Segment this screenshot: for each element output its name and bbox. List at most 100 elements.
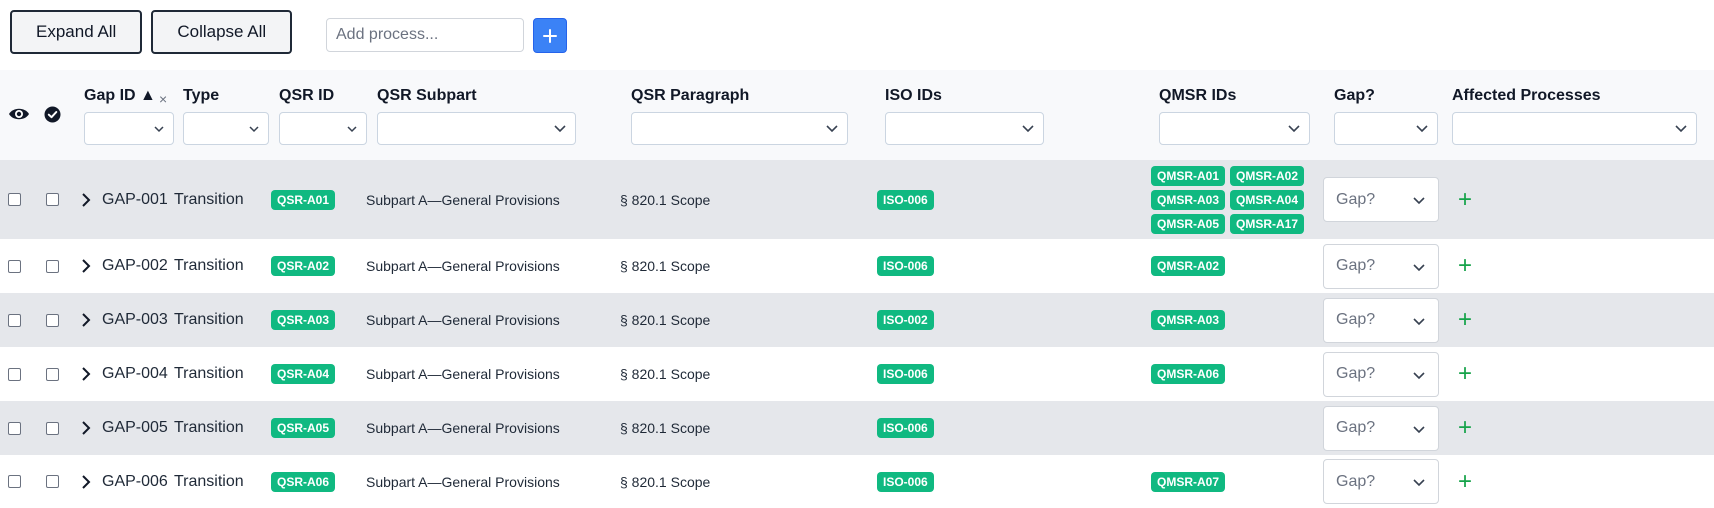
row-visibility-checkbox[interactable] [8, 475, 21, 488]
gap-id-cell: GAP-004 [102, 365, 168, 382]
qsr-subpart-header[interactable]: QSR Subpart [377, 87, 477, 105]
type-filter[interactable] [183, 112, 269, 145]
col-affected-processes: Affected Processes [1452, 70, 1697, 160]
gap-filter[interactable] [1334, 112, 1438, 145]
chevron-down-icon [1675, 125, 1687, 133]
chevron-down-icon [1022, 125, 1034, 133]
affected-processes-filter[interactable] [1452, 112, 1697, 145]
qsr-paragraph-cell: § 820.1 Scope [620, 366, 711, 382]
type-cell: Transition [174, 190, 244, 208]
table-row: GAP-004 Transition QSR-A04 Subpart A—Gen… [0, 347, 1714, 401]
gap-select[interactable]: Gap? [1323, 177, 1439, 222]
affected-processes-header[interactable]: Affected Processes [1452, 87, 1601, 105]
qmsr-id-badge: QMSR-A04 [1230, 189, 1305, 210]
row-select-checkbox[interactable] [46, 193, 59, 206]
add-affected-process-button[interactable]: + [1458, 187, 1472, 212]
qsr-paragraph-header[interactable]: QSR Paragraph [631, 87, 749, 105]
eye-icon[interactable] [8, 106, 30, 127]
chevron-down-icon [154, 126, 164, 133]
row-visibility-checkbox[interactable] [8, 193, 21, 206]
row-select-checkbox[interactable] [46, 421, 59, 435]
gap-id-cell: GAP-005 [102, 419, 168, 436]
row-select-checkbox[interactable] [46, 367, 59, 381]
check-circle-icon[interactable] [44, 106, 61, 128]
qmsr-id-badge: QMSR-A06 [1151, 364, 1226, 384]
gap-select[interactable]: Gap? [1323, 459, 1439, 504]
qsr-subpart-cell: Subpart A—General Provisions [366, 312, 560, 328]
qmsr-id-badge: QMSR-A01 [1151, 165, 1226, 186]
gap-select[interactable]: Gap? [1323, 243, 1439, 289]
clear-sort-icon[interactable]: × [159, 91, 167, 107]
qsr-paragraph-cell: § 820.1 Scope [620, 312, 711, 328]
gap-select-value: Gap? [1336, 472, 1376, 490]
chevron-right-icon [82, 192, 91, 207]
type-cell: Transition [174, 311, 244, 328]
qsr-subpart-filter[interactable] [377, 112, 576, 145]
qsr-id-badge: QSR-A05 [271, 418, 336, 438]
gap-id-header[interactable]: Gap ID ▲ [84, 87, 156, 105]
table-row: GAP-003 Transition QSR-A03 Subpart A—Gen… [0, 293, 1714, 347]
row-visibility-checkbox[interactable] [8, 313, 21, 327]
qsr-paragraph-filter[interactable] [631, 112, 848, 145]
chevron-right-icon [82, 259, 91, 273]
qsr-id-badge: QSR-A06 [271, 471, 336, 492]
qsr-id-badge: QSR-A03 [271, 310, 336, 330]
gap-id-filter[interactable] [84, 112, 174, 145]
iso-id-badge: ISO-006 [877, 471, 934, 492]
row-select-checkbox[interactable] [46, 259, 59, 273]
col-iso-ids: ISO IDs [885, 70, 1044, 160]
expand-row-button[interactable] [81, 160, 91, 239]
chevron-down-icon [1416, 125, 1428, 133]
chevron-down-icon [1413, 263, 1425, 271]
iso-ids-filter[interactable] [885, 112, 1044, 145]
expand-row-button[interactable] [81, 293, 91, 347]
chevron-down-icon [1413, 479, 1425, 487]
expand-row-button[interactable] [81, 239, 91, 293]
iso-id-badge: ISO-006 [877, 256, 934, 276]
add-affected-process-button[interactable]: + [1458, 254, 1472, 278]
expand-row-button[interactable] [81, 401, 91, 455]
qsr-id-header[interactable]: QSR ID [279, 87, 334, 105]
gap-id-cell: GAP-001 [102, 190, 168, 208]
iso-ids-header[interactable]: ISO IDs [885, 87, 942, 105]
gap-select[interactable]: Gap? [1323, 351, 1439, 397]
add-affected-process-button[interactable]: + [1458, 416, 1472, 440]
add-affected-process-button[interactable]: + [1458, 308, 1472, 332]
expand-all-button[interactable]: Expand All [10, 10, 143, 54]
col-qsr-paragraph: QSR Paragraph [631, 70, 848, 160]
col-type: Type [183, 70, 269, 160]
qmsr-ids-header[interactable]: QMSR IDs [1159, 87, 1236, 105]
add-affected-process-button[interactable]: + [1458, 362, 1472, 386]
qsr-id-badge: QSR-A04 [271, 364, 336, 384]
row-visibility-checkbox[interactable] [8, 367, 21, 381]
type-cell: Transition [174, 257, 244, 274]
gap-select[interactable]: Gap? [1323, 405, 1439, 451]
table-row: GAP-005 Transition QSR-A05 Subpart A—Gen… [0, 401, 1714, 455]
row-select-checkbox[interactable] [46, 313, 59, 327]
col-qmsr-ids: QMSR IDs [1159, 70, 1310, 160]
col-qsr-id: QSR ID [279, 70, 367, 160]
qmsr-ids-cell: QMSR-A03 [1151, 310, 1321, 330]
expand-row-button[interactable] [81, 347, 91, 401]
qmsr-ids-filter[interactable] [1159, 112, 1310, 145]
gap-header[interactable]: Gap? [1334, 87, 1375, 105]
qsr-id-filter[interactable] [279, 112, 367, 145]
gap-select[interactable]: Gap? [1323, 297, 1439, 343]
qsr-paragraph-cell: § 820.1 Scope [620, 258, 711, 274]
col-gap-id: Gap ID ▲ × [84, 70, 174, 160]
expand-row-button[interactable] [81, 455, 91, 508]
add-process-button[interactable] [533, 18, 567, 53]
qsr-subpart-cell: Subpart A—General Provisions [366, 258, 560, 274]
gap-id-cell: GAP-003 [102, 311, 168, 328]
gap-select-value: Gap? [1336, 311, 1376, 328]
qsr-paragraph-cell: § 820.1 Scope [620, 473, 711, 490]
add-affected-process-button[interactable]: + [1458, 469, 1472, 494]
row-select-checkbox[interactable] [46, 475, 59, 488]
row-visibility-checkbox[interactable] [8, 421, 21, 435]
add-process-input[interactable] [326, 18, 524, 52]
gap-id-label: Gap ID [84, 87, 136, 104]
qmsr-id-badge: QMSR-A07 [1151, 471, 1226, 492]
collapse-all-button[interactable]: Collapse All [151, 10, 293, 54]
row-visibility-checkbox[interactable] [8, 259, 21, 273]
type-header[interactable]: Type [183, 87, 219, 105]
